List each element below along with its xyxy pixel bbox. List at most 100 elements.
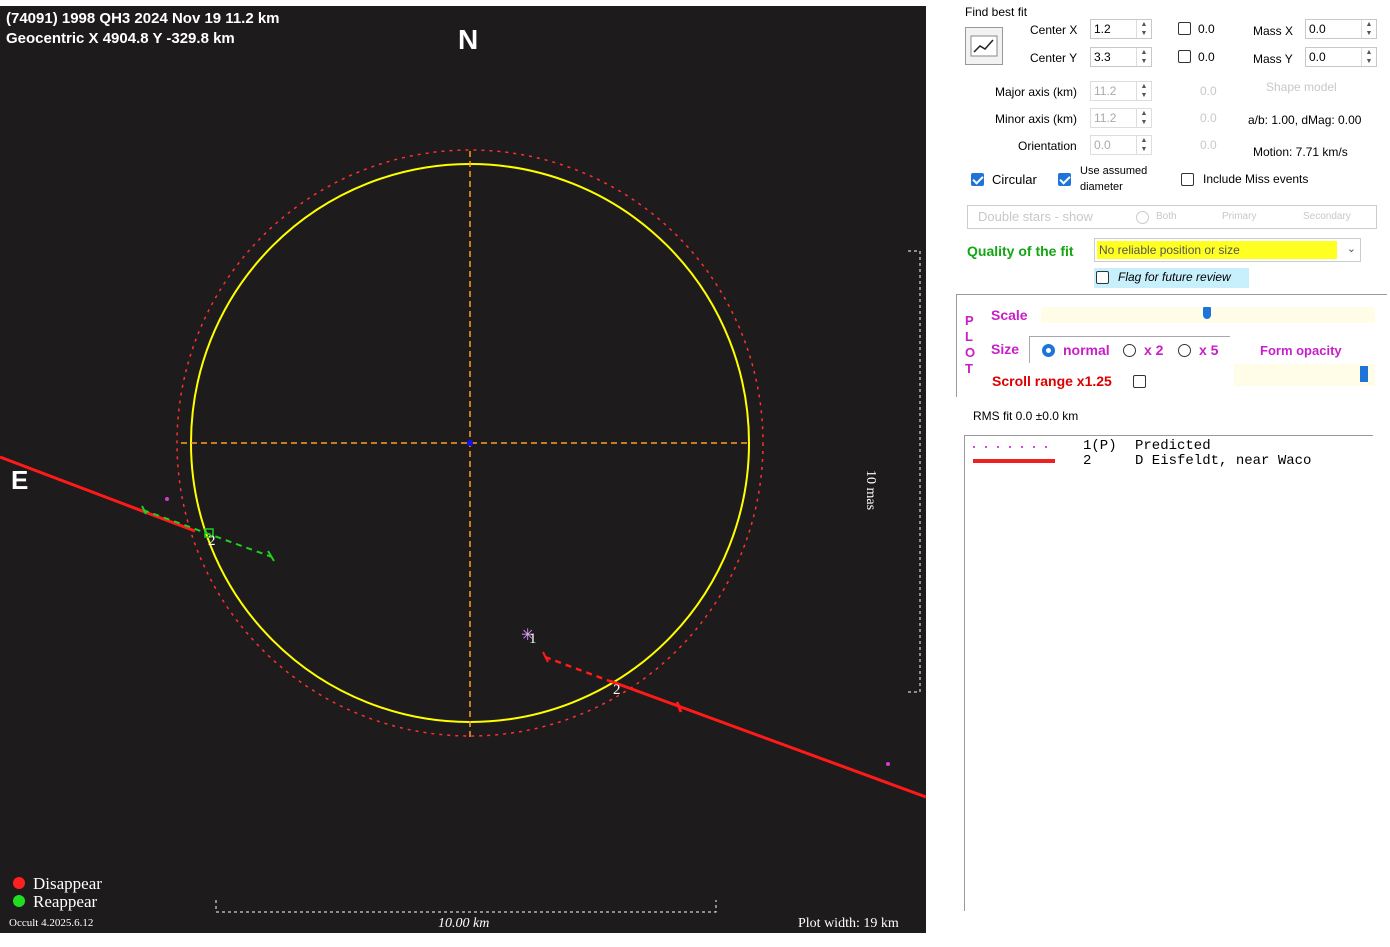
ab-dmag-text: a/b: 1.00, dMag: 0.00 xyxy=(1248,113,1362,127)
magenta-dot-right xyxy=(886,762,890,766)
scale-slider-thumb[interactable] xyxy=(1203,307,1211,319)
shape-model-button[interactable]: Shape model xyxy=(1266,80,1337,94)
chart-fit-icon xyxy=(970,35,998,57)
ds-secondary-label[interactable]: Secondary xyxy=(1303,211,1351,222)
mass-x-input[interactable]: 0.0 ▲ ▼ xyxy=(1305,19,1377,39)
flag-review-label: Flag for future review xyxy=(1118,270,1231,284)
plot-options-group: P L O T Scale Size normal x 2 x 5 Form o… xyxy=(956,294,1387,397)
use-assumed-diameter-checkbox[interactable] xyxy=(1058,173,1071,186)
ds-primary-label[interactable]: Primary xyxy=(1222,211,1256,222)
plot-canvas: ✳ xyxy=(0,149,926,913)
plot-width-label: Plot width: 19 km xyxy=(798,916,899,931)
form-opacity-thumb[interactable] xyxy=(1360,366,1368,382)
chord-solid-right xyxy=(609,679,926,799)
spin-arrows-icon[interactable]: ▲ ▼ xyxy=(1136,20,1151,38)
size-normal-radio[interactable] xyxy=(1042,344,1055,357)
minor-axis-input[interactable]: 11.2 ▲ ▼ xyxy=(1090,108,1152,128)
orientation-check-value: 0.0 xyxy=(1200,138,1217,152)
version-label: Occult 4.2025.6.12 xyxy=(9,917,94,929)
spin-arrows-icon[interactable]: ▲ ▼ xyxy=(1136,136,1151,154)
center-x-check-value: 0.0 xyxy=(1198,22,1215,36)
mass-y-label: Mass Y xyxy=(1253,52,1293,66)
size-radio-group: normal x 2 x 5 xyxy=(1029,336,1230,363)
form-opacity-slider[interactable] xyxy=(1234,364,1375,386)
mass-x-value: 0.0 xyxy=(1309,22,1326,36)
circular-checkbox[interactable] xyxy=(971,173,984,186)
predicted-chord-label: 1 xyxy=(529,631,537,647)
center-y-checkbox[interactable] xyxy=(1178,50,1191,63)
center-y-input[interactable]: 3.3 ▲ ▼ xyxy=(1090,47,1152,67)
observer-chord-label-left: 2 xyxy=(208,533,216,549)
include-miss-label: Include Miss events xyxy=(1203,172,1309,186)
motion-text: Motion: 7.71 km/s xyxy=(1253,145,1348,159)
rms-fit-label: RMS fit 0.0 ±0.0 km xyxy=(973,409,1079,423)
center-x-label: Center X xyxy=(1030,23,1078,37)
disappear-legend-dot xyxy=(13,877,25,889)
quality-select[interactable]: No reliable position or size ⌄ xyxy=(1094,238,1361,262)
chevron-down-icon: ⌄ xyxy=(1346,243,1356,255)
chord-disappear-dashed xyxy=(544,655,613,684)
form-opacity-label: Form opacity xyxy=(1260,343,1342,358)
occultation-plot[interactable]: ✳ (74091) 1998 QH3 2024 Nov 19 11.2 km G… xyxy=(0,6,926,933)
find-best-fit-button[interactable] xyxy=(965,27,1003,65)
double-stars-label: Double stars - show xyxy=(978,209,1093,224)
chord-name-1: Predicted xyxy=(1135,438,1211,454)
flag-review-checkbox[interactable] xyxy=(1096,271,1109,284)
chord-id-1: 1(P) xyxy=(1083,438,1117,454)
horizontal-scale-label: 10.00 km xyxy=(438,916,490,931)
center-y-value: 3.3 xyxy=(1094,50,1111,64)
spin-arrows-icon[interactable]: ▲ ▼ xyxy=(1136,48,1151,66)
orientation-value: 0.0 xyxy=(1094,138,1111,152)
scroll-range-label: Scroll range x1.25 xyxy=(992,373,1112,389)
mass-y-input[interactable]: 0.0 ▲ ▼ xyxy=(1305,47,1377,67)
magenta-dot-left xyxy=(165,497,169,501)
center-x-input[interactable]: 1.2 ▲ ▼ xyxy=(1090,19,1152,39)
plot-title-line1: (74091) 1998 QH3 2024 Nov 19 11.2 km xyxy=(6,10,280,27)
chord-name-2: D Eisfeldt, near Waco xyxy=(1135,453,1312,469)
observer-chord-label-right: 2 xyxy=(613,682,621,698)
minor-axis-check-value: 0.0 xyxy=(1200,111,1217,125)
center-x-checkbox[interactable] xyxy=(1178,22,1191,35)
circular-label: Circular xyxy=(992,172,1037,187)
quality-label: Quality of the fit xyxy=(967,243,1074,259)
size-x2-radio[interactable] xyxy=(1123,344,1136,357)
include-miss-checkbox[interactable] xyxy=(1181,173,1194,186)
size-x5-radio[interactable] xyxy=(1178,344,1191,357)
spin-arrows-icon[interactable]: ▲ ▼ xyxy=(1136,82,1151,100)
ds-both-radio[interactable] xyxy=(1136,211,1149,224)
center-y-check-value: 0.0 xyxy=(1198,50,1215,64)
east-label: E xyxy=(11,465,29,495)
size-label: Size xyxy=(991,341,1020,357)
find-best-fit-label: Find best fit xyxy=(965,5,1028,19)
size-x2-label: x 2 xyxy=(1144,342,1164,358)
spin-arrows-icon[interactable]: ▲ ▼ xyxy=(1361,48,1376,66)
size-x5-label: x 5 xyxy=(1199,342,1219,358)
spin-arrows-icon[interactable]: ▲ ▼ xyxy=(1136,109,1151,127)
minor-axis-label: Minor axis (km) xyxy=(995,112,1078,126)
vertical-scale-bracket xyxy=(908,250,921,693)
plot-letter-p: P xyxy=(965,313,974,328)
orientation-input[interactable]: 0.0 ▲ ▼ xyxy=(1090,135,1152,155)
spin-arrows-icon[interactable]: ▲ ▼ xyxy=(1361,20,1376,38)
reappear-legend-dot xyxy=(13,895,25,907)
plot-letter-l: L xyxy=(965,329,973,344)
scale-slider[interactable] xyxy=(1041,307,1375,323)
center-marker xyxy=(467,440,473,446)
center-y-label: Center Y xyxy=(1030,51,1078,65)
legend-reappear: Reappear xyxy=(33,892,98,911)
settings-panel: Find best fit Center X 1.2 ▲ ▼ 0.0 Mass X … xyxy=(940,0,1390,947)
use-assumed-label-2: diameter xyxy=(1080,181,1123,193)
mass-x-label: Mass X xyxy=(1253,24,1294,38)
horizontal-scale-bracket xyxy=(215,900,717,913)
major-axis-input[interactable]: 11.2 ▲ ▼ xyxy=(1090,81,1152,101)
chord-list[interactable]: 1(P) Predicted 2 D Eisfeldt, near Waco xyxy=(964,435,1373,911)
use-assumed-label-1: Use assumed xyxy=(1080,165,1148,177)
scroll-range-checkbox[interactable] xyxy=(1133,375,1146,388)
scale-label: Scale xyxy=(991,307,1028,323)
ds-both-label: Both xyxy=(1156,211,1177,222)
flag-review-row[interactable]: Flag for future review xyxy=(1094,268,1249,288)
major-axis-check-value: 0.0 xyxy=(1200,84,1217,98)
size-normal-label: normal xyxy=(1063,342,1110,358)
north-label: N xyxy=(458,24,479,55)
chord-line-styles xyxy=(973,446,1055,463)
